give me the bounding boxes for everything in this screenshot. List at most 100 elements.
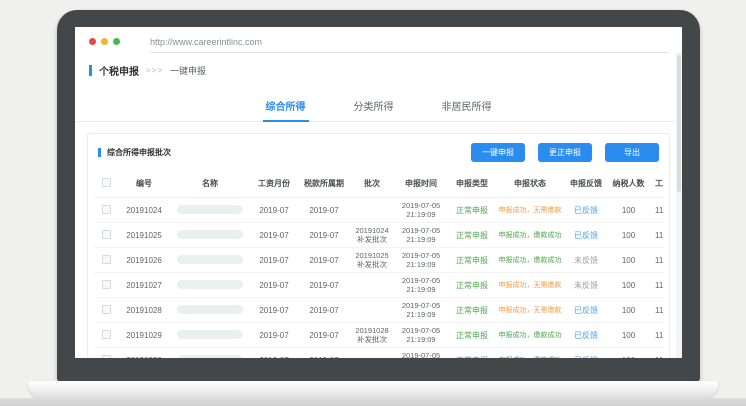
cell-taxpayer-count: 100 (608, 348, 649, 359)
cell-batch: 20191024 补发批次 (350, 223, 394, 248)
accent-bar (89, 65, 92, 76)
row-checkbox[interactable] (102, 280, 111, 289)
table-row: 20191028 2019-07 2019-07 2019-07-05 21:1… (94, 298, 663, 323)
cell-tax-period: 2019-07 (298, 223, 350, 248)
address-bar[interactable]: http://www.careerintlinc.com (150, 37, 668, 53)
row-checkbox[interactable] (102, 355, 111, 359)
row-checkbox[interactable] (102, 305, 111, 314)
laptop-base-edge (0, 398, 746, 406)
panel-actions: 一键申报 更正申报 导出 (471, 143, 659, 162)
cell-name (170, 248, 250, 273)
cell-id: 20191028 (118, 298, 170, 323)
col-header-tax-period: 税款所属期 (298, 170, 350, 198)
cell-declare-feedback: 已反馈 (564, 298, 608, 323)
col-header-batch: 批次 (350, 170, 394, 198)
row-select-cell (94, 323, 118, 348)
cell-declare-status: 申报成功，无需缴款 (496, 298, 564, 323)
feedback-text: 已反馈 (574, 206, 598, 215)
cell-salary-month: 2019-07 (250, 273, 298, 298)
cell-declare-status: 申报成功，缴款成功 (496, 348, 564, 359)
cell-declare-type: 正常申报 (448, 323, 496, 348)
table-row: 20191026 2019-07 2019-07 20191025 补发批次 2… (94, 248, 663, 273)
vertical-scrollbar[interactable] (676, 53, 682, 358)
cell-id: 20191027 (118, 273, 170, 298)
one-click-declare-button[interactable]: 一键申报 (471, 143, 525, 162)
tab-classified-income[interactable]: 分类所得 (351, 93, 397, 121)
cell-tax-period: 2019-07 (298, 323, 350, 348)
table-body: 20191024 2019-07 2019-07 2019-07-05 21:1… (94, 198, 663, 359)
cell-tax-period: 2019-07 (298, 348, 350, 359)
breadcrumb-separator: >>> (146, 66, 163, 75)
maximize-window-icon[interactable] (113, 38, 120, 45)
cell-tax-period: 2019-07 (298, 198, 350, 223)
cell-declare-feedback: 已反馈 (564, 323, 608, 348)
col-header-declare-type: 申报类型 (448, 170, 496, 198)
row-select-cell (94, 223, 118, 248)
cell-clipped: 110 (649, 298, 663, 323)
tab-comprehensive-income[interactable]: 综合所得 (263, 93, 309, 122)
close-window-icon[interactable] (89, 38, 96, 45)
feedback-text: 已反馈 (574, 356, 598, 359)
cell-declare-status: 申报成功，无需缴款 (496, 198, 564, 223)
table-row: 20191029 2019-07 2019-07 20191028 补发批次 2… (94, 323, 663, 348)
declaration-table: 编号 名称 工资月份 税款所属期 批次 申报时间 申报类型 申报状态 申报反馈 … (94, 170, 663, 358)
export-button[interactable]: 导出 (605, 143, 659, 162)
cell-declare-feedback: 未反馈 (564, 248, 608, 273)
cell-name (170, 273, 250, 298)
cell-declare-type: 正常申报 (448, 273, 496, 298)
cell-declare-feedback: 未反馈 (564, 273, 608, 298)
cell-name (170, 323, 250, 348)
cell-declare-time: 2019-07-05 21:19:09 (394, 348, 448, 359)
cell-clipped: 110 (649, 248, 663, 273)
cell-taxpayer-count: 100 (608, 223, 649, 248)
cell-declare-time: 2019-07-05 21:19:09 (394, 323, 448, 348)
table-row: 20191030 2019-07 2019-07 2019-07-05 21:1… (94, 348, 663, 359)
cell-declare-type: 正常申报 (448, 248, 496, 273)
browser-chrome: http://www.careerintlinc.com (75, 27, 682, 53)
cell-name (170, 223, 250, 248)
col-header-salary-month: 工资月份 (250, 170, 298, 198)
status-text: 申报成功，缴款成功 (499, 232, 562, 239)
tab-nonresident-income[interactable]: 非居民所得 (439, 93, 495, 121)
col-header-taxpayer-count: 纳税人数 (608, 170, 649, 198)
cell-id: 20191025 (118, 223, 170, 248)
col-header-declare-time: 申报时间 (394, 170, 448, 198)
minimize-window-icon[interactable] (101, 38, 108, 45)
row-checkbox[interactable] (102, 230, 111, 239)
redacted-name-placeholder (177, 305, 243, 314)
row-checkbox[interactable] (102, 255, 111, 264)
vertical-scrollbar-thumb[interactable] (677, 55, 681, 192)
select-all-checkbox[interactable] (102, 178, 111, 187)
row-checkbox[interactable] (102, 205, 111, 214)
row-checkbox[interactable] (102, 330, 111, 339)
row-select-cell (94, 248, 118, 273)
cell-declare-status: 申报成功，缴款成功 (496, 323, 564, 348)
cell-declare-time: 2019-07-05 21:19:09 (394, 248, 448, 273)
breadcrumb-current: 一键申报 (170, 64, 206, 77)
table-row: 20191027 2019-07 2019-07 2019-07-05 21:1… (94, 273, 663, 298)
col-header-clipped: 工资人数 (649, 170, 663, 198)
cell-taxpayer-count: 100 (608, 198, 649, 223)
cell-declare-type: 正常申报 (448, 298, 496, 323)
laptop-frame: http://www.careerintlinc.com 个税申报 >>> 一键… (57, 10, 700, 382)
cell-declare-feedback: 已反馈 (564, 198, 608, 223)
cell-declare-feedback: 已反馈 (564, 348, 608, 359)
cell-batch (350, 348, 394, 359)
cell-salary-month: 2019-07 (250, 348, 298, 359)
cell-id: 20191024 (118, 198, 170, 223)
tab-bar: 综合所得 分类所得 非居民所得 (75, 93, 682, 122)
cell-salary-month: 2019-07 (250, 298, 298, 323)
correction-declare-button[interactable]: 更正申报 (538, 143, 592, 162)
cell-declare-status: 申报成功，缴款成功 (496, 223, 564, 248)
cell-declare-type: 正常申报 (448, 348, 496, 359)
laptop-base (28, 381, 718, 399)
cell-clipped: 110 (649, 198, 663, 223)
redacted-name-placeholder (177, 230, 243, 239)
cell-name (170, 298, 250, 323)
cell-batch (350, 298, 394, 323)
laptop-screen: http://www.careerintlinc.com 个税申报 >>> 一键… (75, 27, 682, 358)
cell-salary-month: 2019-07 (250, 248, 298, 273)
cell-salary-month: 2019-07 (250, 198, 298, 223)
accent-bar (98, 148, 101, 157)
status-text: 申报成功，缴款成功 (499, 357, 562, 359)
